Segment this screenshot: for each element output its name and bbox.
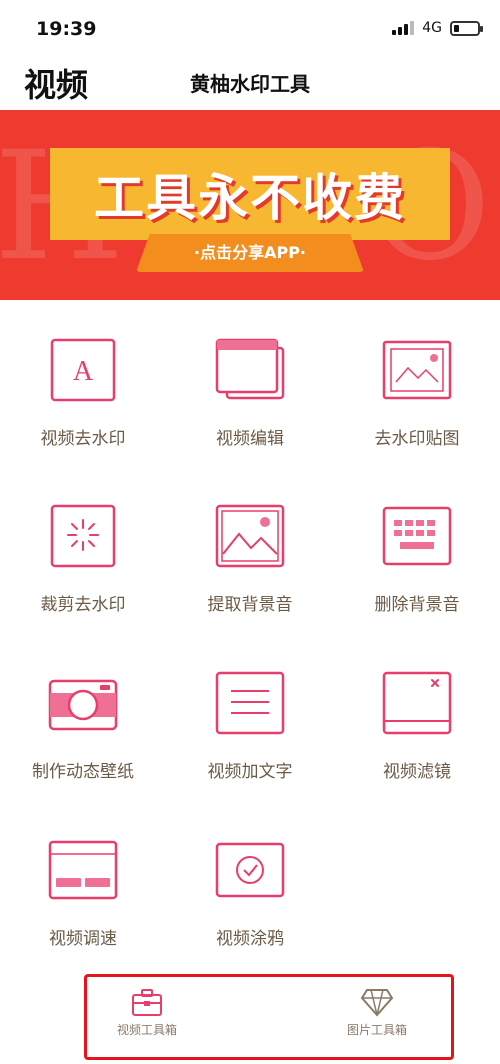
stacked-cards-icon (215, 338, 285, 402)
bottom-tab-bar: 视频工具箱 图片工具箱 (84, 974, 454, 1060)
tool-label: 制作动态壁纸 (32, 762, 134, 782)
tab-label: 视频工具箱 (116, 1023, 177, 1037)
tool-label: 视频编辑 (216, 429, 284, 449)
status-time: 19:39 (36, 18, 97, 40)
camera-icon (48, 671, 118, 735)
toolbox-icon (87, 987, 207, 1017)
status-bar: 19:39 4G (0, 0, 500, 56)
tool-label: 删除背景音 (374, 595, 460, 615)
signal-icon (392, 21, 415, 35)
promo-banner[interactable]: HYDO 工具永不收费 ·点击分享APP· (0, 110, 500, 300)
page-header: 视频 黄柚水印工具 (0, 56, 500, 108)
battery-icon (450, 20, 483, 36)
tab-label: 图片工具箱 (346, 1023, 407, 1037)
tool-watermark-sticker[interactable]: 去水印贴图 (334, 300, 500, 449)
battery-fill (454, 24, 459, 32)
text-lines-icon (215, 671, 285, 735)
landscape-icon (215, 504, 285, 568)
tool-label: 去水印贴图 (374, 429, 460, 449)
tool-label: 视频加文字 (207, 762, 293, 782)
tool-live-wallpaper[interactable]: 制作动态壁纸 (0, 633, 166, 782)
share-app-button[interactable]: ·点击分享APP· (136, 234, 364, 272)
tool-label: 视频调速 (49, 929, 117, 949)
check-circle-icon (215, 838, 285, 902)
diamond-icon (317, 987, 437, 1017)
svg-text:A: A (73, 356, 94, 387)
window-close-icon (382, 671, 452, 735)
tool-remove-video-watermark[interactable]: A 视频去水印 (0, 300, 166, 449)
tool-video-speed[interactable]: 视频调速 (0, 800, 166, 949)
speed-panel-icon (48, 838, 118, 902)
tab-video-toolbox[interactable]: 视频工具箱 (87, 987, 207, 1038)
tool-label: 提取背景音 (207, 595, 293, 615)
sparkle-icon (48, 504, 118, 568)
tool-label: 裁剪去水印 (40, 595, 126, 615)
tool-label: 视频滤镜 (383, 762, 451, 782)
tool-extract-bgm[interactable]: 提取背景音 (167, 466, 333, 615)
tool-add-text[interactable]: 视频加文字 (167, 633, 333, 782)
status-indicators: 4G (392, 20, 483, 36)
tool-video-filter[interactable]: 视频滤镜 (334, 633, 500, 782)
tool-delete-bgm[interactable]: 删除背景音 (334, 466, 500, 615)
letter-a-icon: A (48, 338, 118, 402)
image-frame-icon (382, 338, 452, 402)
keyboard-icon (382, 504, 452, 568)
tab-image-toolbox[interactable]: 图片工具箱 (317, 987, 437, 1038)
tool-label: 视频涂鸦 (216, 929, 284, 949)
tool-video-doodle[interactable]: 视频涂鸦 (167, 800, 333, 949)
network-type: 4G (422, 20, 442, 36)
banner-headline: 工具永不收费 (94, 169, 406, 227)
tool-video-edit[interactable]: 视频编辑 (167, 300, 333, 449)
page-title: 黄柚水印工具 (190, 72, 310, 96)
tool-crop-watermark[interactable]: 裁剪去水印 (0, 466, 166, 615)
tool-label: 视频去水印 (40, 429, 126, 449)
